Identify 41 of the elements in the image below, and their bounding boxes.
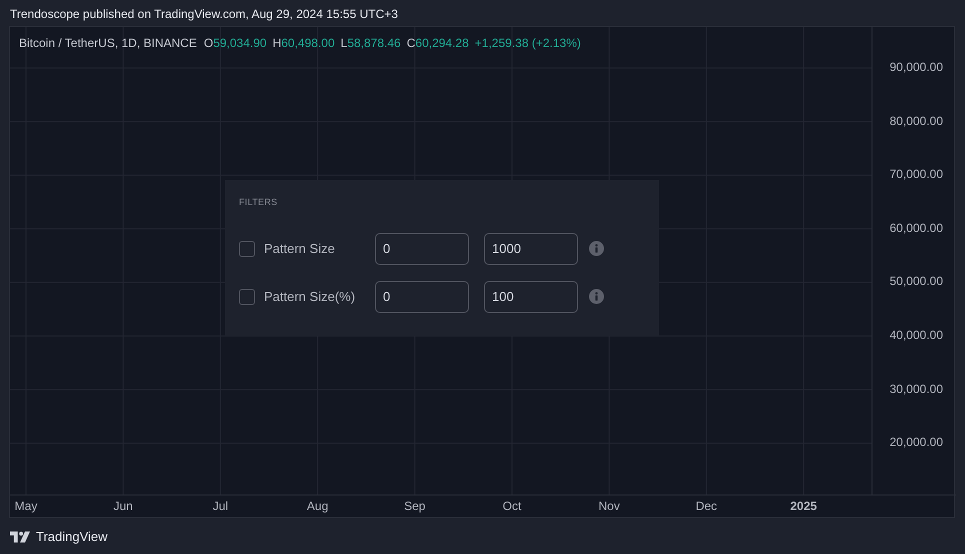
price-label: 30,000.00 <box>890 382 943 396</box>
symbol-label: Bitcoin / TetherUS, 1D, BINANCE <box>19 36 197 50</box>
price-label: 60,000.00 <box>890 220 943 235</box>
ohlc-label: O <box>204 36 214 50</box>
checkbox[interactable] <box>239 288 255 304</box>
ohlc-value: 60,498.00 <box>281 36 335 50</box>
price-label: 80,000.00 <box>890 114 943 128</box>
time-label: Nov <box>598 499 620 513</box>
ohlc-value: 58,878.46 <box>347 36 401 50</box>
time-label: 2025 <box>790 499 817 513</box>
price-label: 70,000.00 <box>890 167 943 182</box>
time-label: May <box>14 499 38 513</box>
logo-icon <box>10 530 30 542</box>
filters-title: FILTERS <box>239 197 278 207</box>
attribution-text: Trendoscope published on TradingView.com, Aug 29, 2024 15:55 UTC+3 <box>9 6 399 23</box>
time-label: Aug <box>306 499 328 513</box>
price-label: 40,000.00 <box>890 328 943 342</box>
max-input[interactable]: 1000 <box>484 232 578 264</box>
price-change: +1,259.38 (+2.13%) <box>474 36 581 50</box>
min-input[interactable]: 0 <box>375 232 469 264</box>
filter-label: Pattern Size <box>264 241 336 256</box>
filter-label: Pattern Size(%) <box>264 289 356 304</box>
price-label: 50,000.00 <box>890 274 943 288</box>
ohlc-label: H <box>272 36 282 50</box>
ohlc-value: 60,294.28 <box>415 36 469 50</box>
time-label: Jul <box>212 499 228 513</box>
min-input[interactable]: 0 <box>375 280 469 312</box>
max-input[interactable]: 100 <box>484 280 578 312</box>
time-label: Jun <box>114 499 133 513</box>
price-label: 20,000.00 <box>890 435 943 450</box>
info-icon[interactable] <box>589 241 604 256</box>
time-label: Dec <box>696 499 718 513</box>
price-label: 90,000.00 <box>890 60 943 74</box>
time-label: Sep <box>404 499 426 513</box>
time-label: Oct <box>502 499 522 513</box>
brand-name: TradingView <box>36 529 108 544</box>
ohlc-label: L <box>340 36 348 50</box>
ohlc-value: 59,034.90 <box>213 36 267 50</box>
ohlc-label: C <box>406 36 416 50</box>
info-icon[interactable] <box>589 289 604 304</box>
checkbox[interactable] <box>239 240 255 256</box>
